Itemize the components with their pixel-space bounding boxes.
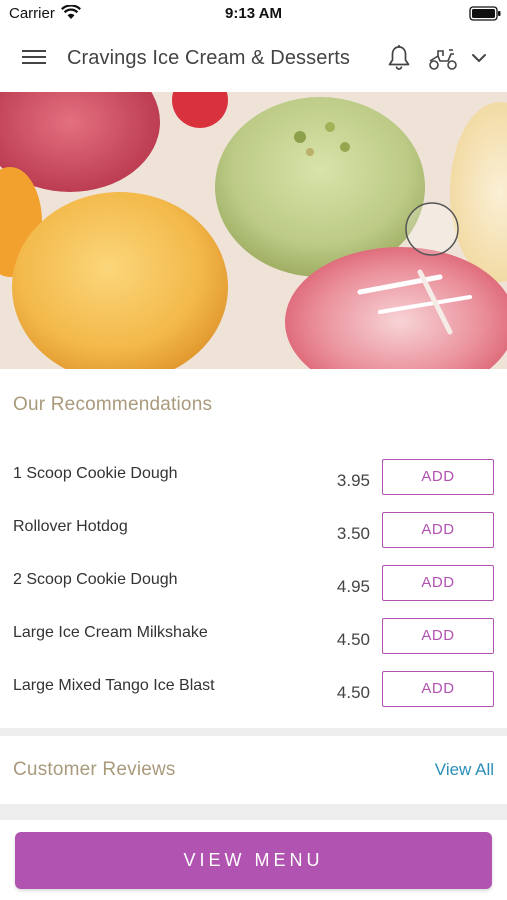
bell-icon[interactable] — [386, 44, 412, 72]
add-button[interactable]: ADD — [382, 671, 494, 707]
add-button[interactable]: ADD — [382, 565, 494, 601]
reviews-title: Customer Reviews — [13, 759, 176, 780]
list-item: 2 Scoop Cookie Dough 4.95 ADD — [0, 565, 507, 618]
add-button[interactable]: ADD — [382, 618, 494, 654]
page-title: Cravings Ice Cream & Desserts — [67, 47, 350, 69]
add-button[interactable]: ADD — [382, 459, 494, 495]
status-time: 9:13 AM — [225, 5, 282, 22]
battery-icon — [469, 6, 501, 21]
item-name: 1 Scoop Cookie Dough — [13, 465, 178, 482]
status-bar: Carrier 9:13 AM — [0, 0, 507, 26]
hero-image — [0, 92, 507, 369]
section-divider — [0, 804, 507, 820]
section-divider — [0, 728, 507, 736]
list-item: Large Ice Cream Milkshake 4.50 ADD — [0, 618, 507, 671]
view-menu-button[interactable]: VIEW MENU — [15, 832, 492, 889]
item-price: 3.95 — [336, 471, 370, 490]
item-price: 4.50 — [336, 683, 370, 702]
item-name: Large Ice Cream Milkshake — [13, 624, 208, 641]
item-name: 2 Scoop Cookie Dough — [13, 571, 178, 588]
item-name: Large Mixed Tango Ice Blast — [13, 677, 215, 694]
scooter-icon[interactable] — [427, 46, 459, 72]
ice-cream-illustration — [0, 92, 507, 369]
item-price: 4.50 — [336, 630, 370, 649]
list-item: 1 Scoop Cookie Dough 3.95 ADD — [0, 459, 507, 512]
menu-icon[interactable] — [21, 46, 47, 70]
view-all-link[interactable]: View All — [435, 760, 494, 780]
item-name: Rollover Hotdog — [13, 518, 128, 535]
add-button[interactable]: ADD — [382, 512, 494, 548]
list-item: Rollover Hotdog 3.50 ADD — [0, 512, 507, 565]
item-price: 3.50 — [336, 524, 370, 543]
recommendations-title: Our Recommendations — [13, 394, 213, 415]
item-price: 4.95 — [336, 577, 370, 596]
app-header: Cravings Ice Cream & Desserts — [0, 26, 507, 92]
chevron-down-icon[interactable] — [470, 51, 488, 65]
list-item: Large Mixed Tango Ice Blast 4.50 ADD — [0, 671, 507, 724]
